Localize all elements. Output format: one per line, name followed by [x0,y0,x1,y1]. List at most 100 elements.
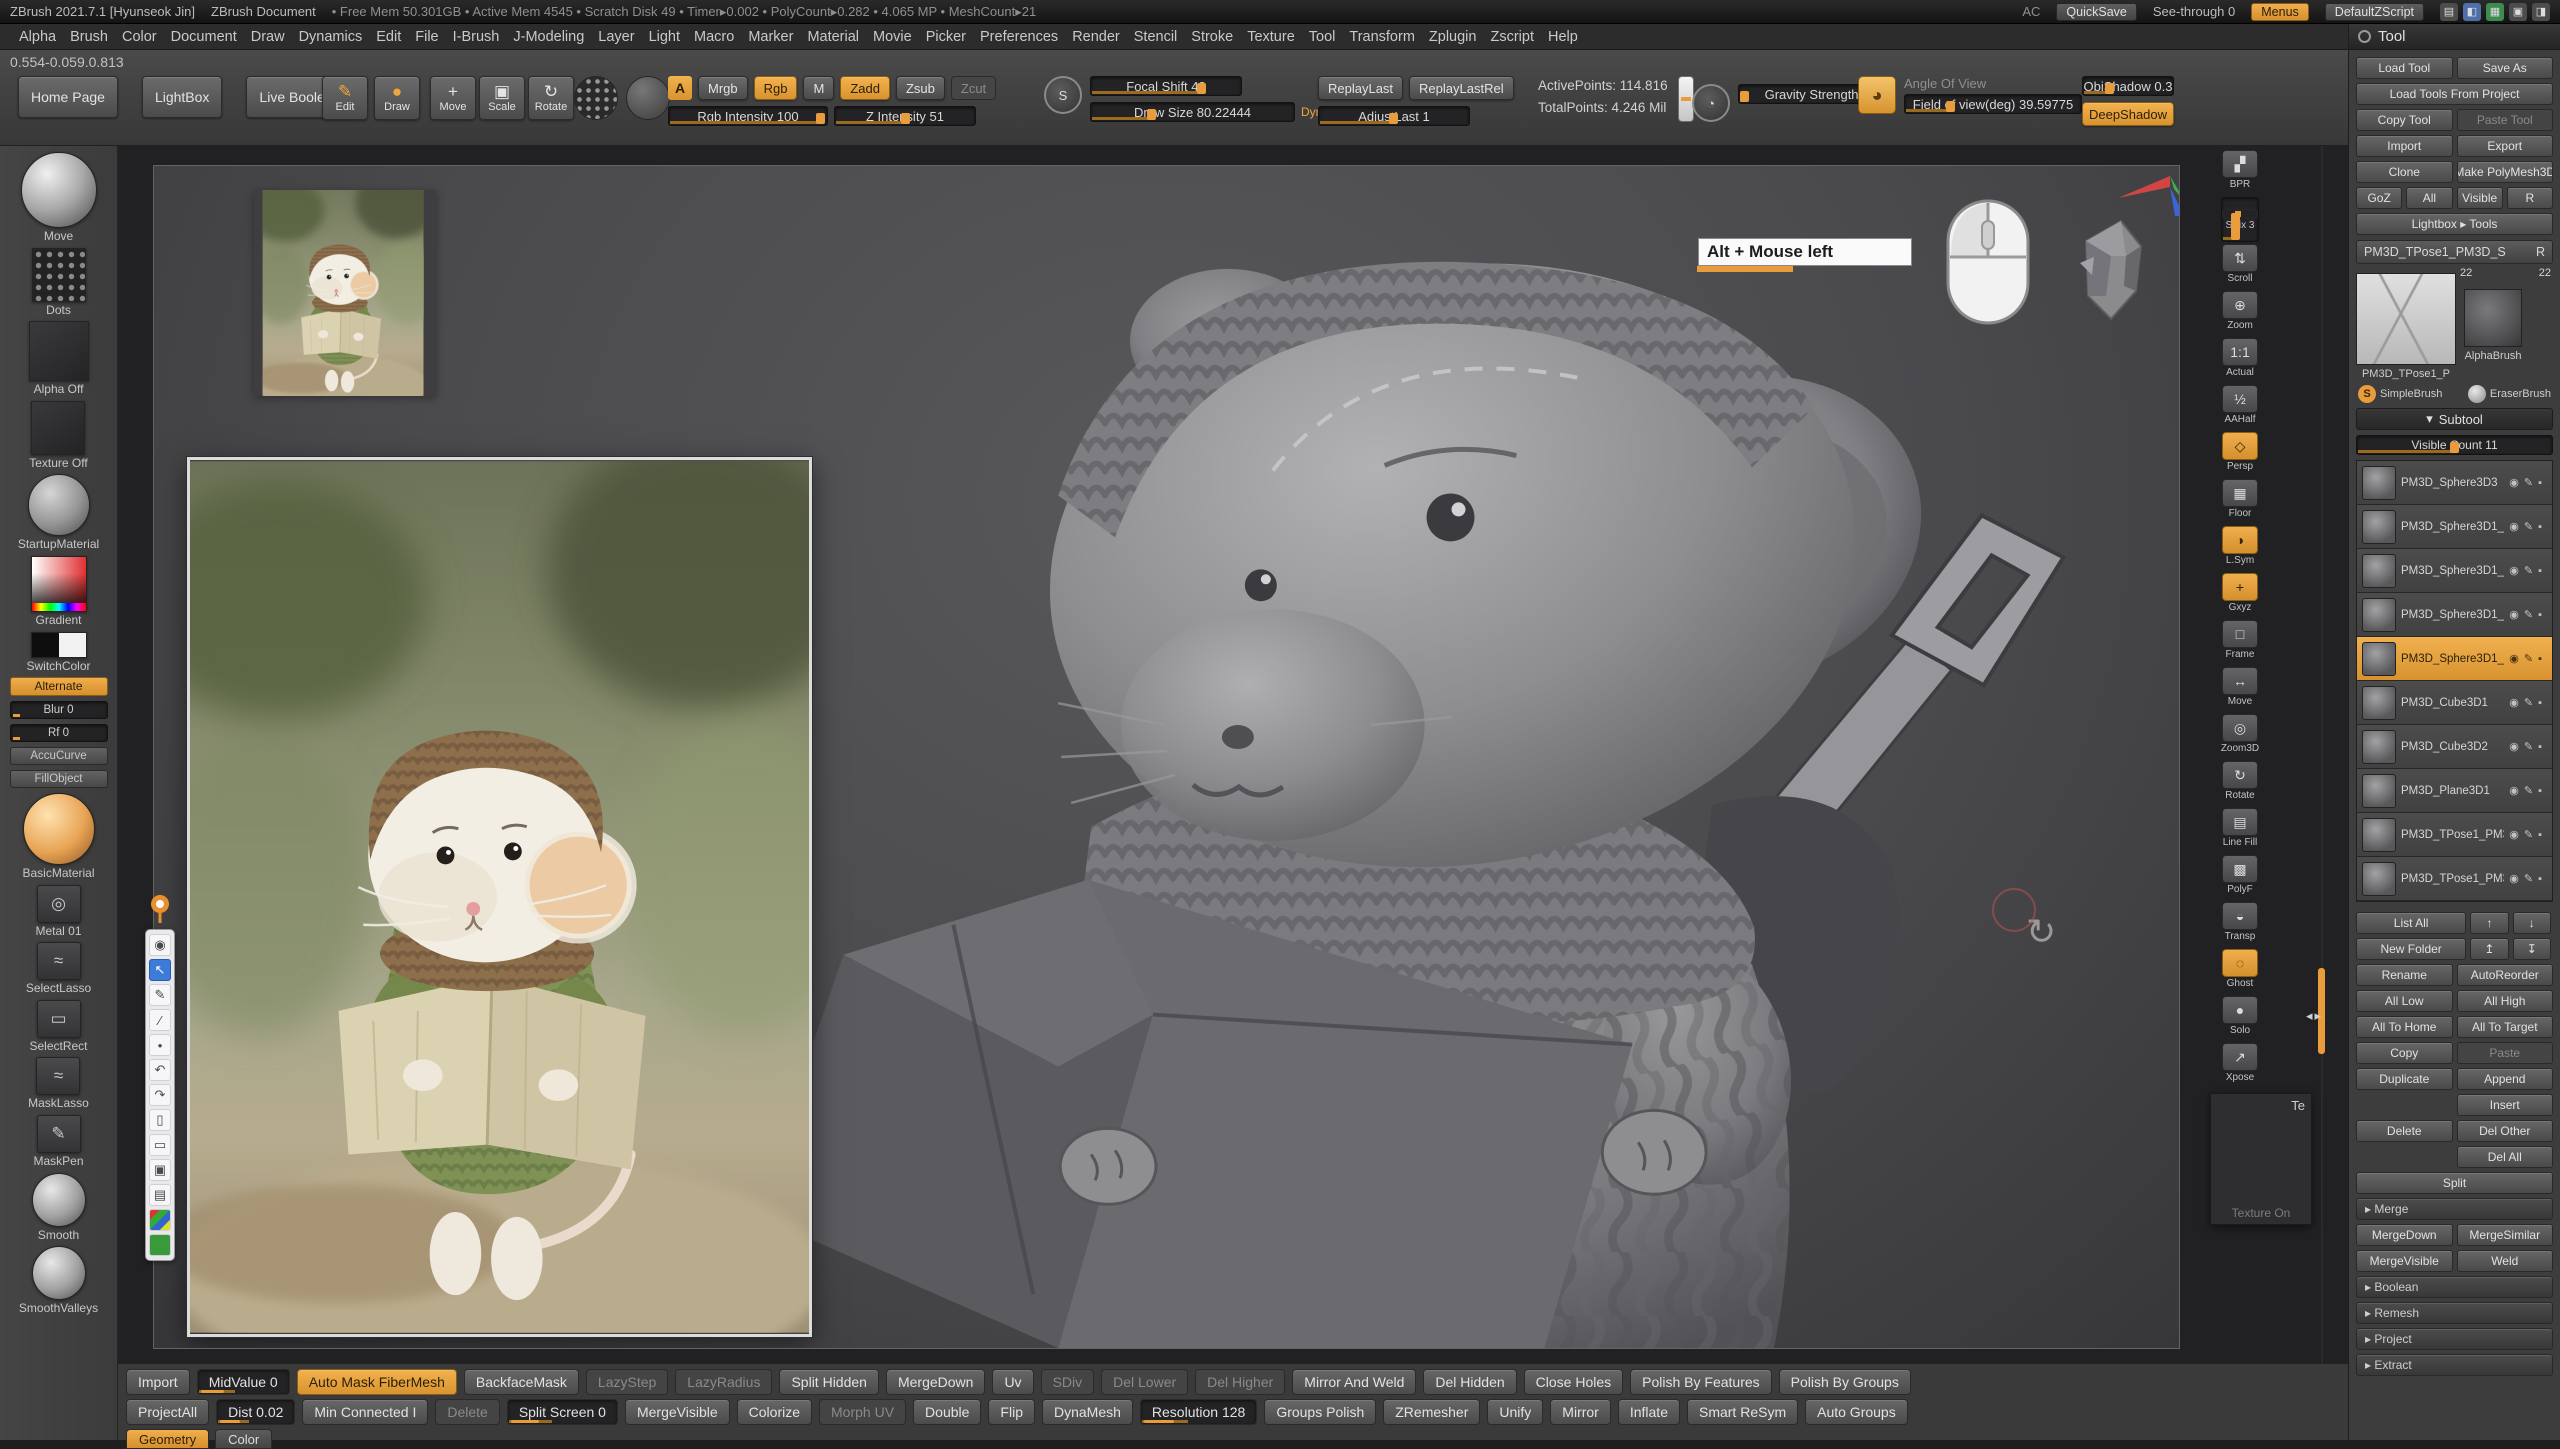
subtool-brush-icon[interactable]: ✎ [2524,740,2533,753]
strip-item-icon[interactable]: ⊕ [2222,291,2258,319]
shelf-item-label[interactable]: AccuCurve [10,747,108,765]
shelf-item-label[interactable]: SwitchColor [26,660,90,673]
annotation-tool-icon[interactable] [149,1209,171,1231]
tray-button[interactable]: Split Screen 0 [507,1399,618,1425]
subtool-more-icon[interactable]: ▪ [2538,653,2542,665]
annotation-tool-icon[interactable]: ▯ [149,1109,171,1131]
menu-item[interactable]: Color [115,27,164,47]
subtool-row[interactable]: PM3D_Sphere3D3 ◉ ✎ ▪ [2357,461,2552,505]
home-page-button[interactable]: Home Page [18,76,118,118]
strip-item-icon[interactable]: ◑ [2222,526,2258,554]
shelf-thumb[interactable] [32,1173,86,1227]
subtool-brush-icon[interactable]: ✎ [2524,872,2533,885]
subtool-panel-button[interactable]: New Folder [2356,938,2466,960]
strip-item-icon[interactable]: ↻ [2222,761,2258,789]
annotation-tool-icon[interactable]: ↶ [149,1059,171,1081]
shelf-item-label[interactable]: MaskPen [33,1155,83,1168]
shelf-item-label[interactable]: Rf 0 [10,724,108,742]
strip-item-icon[interactable]: ▞ [2222,150,2258,178]
shelf-item-label[interactable]: Move [44,230,73,243]
strip-item-icon[interactable]: □ [2222,620,2258,648]
subtool-panel-button[interactable]: Duplicate [2356,1068,2453,1090]
zadd-button[interactable]: Zadd [840,76,890,100]
focal-shift-slider[interactable]: Focal Shift 48 [1090,76,1242,96]
tray-button[interactable]: Unify [1487,1399,1543,1425]
tool-panel-button[interactable]: Copy Tool [2356,109,2453,131]
menu-item[interactable]: Zscript [1483,27,1541,47]
tray-button[interactable]: Mirror [1550,1399,1611,1425]
strip-item[interactable]: ◒ Transp [2222,902,2258,947]
tray-button[interactable]: Polish By Features [1630,1369,1772,1395]
zcut-button[interactable]: Zcut [951,76,996,100]
tool-panel-button[interactable]: Save As [2457,57,2554,79]
system-tray-icon[interactable]: ▦ [2486,3,2504,21]
subtool-more-icon[interactable]: ▪ [2538,785,2542,797]
menu-item[interactable]: File [408,27,445,47]
strip-item-icon[interactable]: ▩ [2222,855,2258,883]
subtool-more-icon[interactable]: ▪ [2538,521,2542,533]
shelf-thumb[interactable] [23,793,95,865]
tray-button[interactable]: LazyStep [586,1369,668,1395]
draw-button[interactable]: ● Draw [374,76,420,120]
subtool-panel-button[interactable]: ↥ [2470,938,2508,960]
subtool-panel-button[interactable]: All To Target [2457,1016,2554,1038]
tool-panel-button[interactable]: Lightbox ▸ Tools [2356,213,2553,235]
subtool-panel-button[interactable]: ▸ Extract [2356,1354,2553,1376]
default-zscript-button[interactable]: DefaultZScript [2325,3,2424,21]
camera-head-gizmo[interactable] [2066,211,2146,326]
visibility-eye-icon[interactable]: ◉ [2509,476,2519,489]
tray-button[interactable]: LazyRadius [675,1369,772,1395]
adjust-last-slider[interactable]: AdjustLast 1 [1318,106,1470,126]
visibility-eye-icon[interactable]: ◉ [2509,608,2519,621]
annotation-tool-icon[interactable]: ↖ [149,959,171,981]
annotation-tool-icon[interactable]: • [149,1034,171,1056]
tool-panel-button[interactable]: Clone [2356,161,2453,183]
strip-item-icon[interactable]: ↔ [2222,667,2258,695]
subtool-row[interactable]: PM3D_Sphere3D1_6 ◉ ✎ ▪ [2357,637,2552,681]
palette-tab[interactable]: Color [215,1429,272,1449]
annotation-tool-icon[interactable] [149,1234,171,1256]
subtool-panel-button[interactable]: ↓ [2513,912,2551,934]
move-button[interactable]: + Move [430,76,476,120]
menu-item[interactable]: Transform [1342,27,1422,47]
subtool-brush-icon[interactable]: ✎ [2524,652,2533,665]
tool-panel-header[interactable]: Tool [2349,24,2560,50]
stroke-preview-icon[interactable] [574,76,618,120]
shelf-thumb[interactable] [31,401,85,455]
menu-item[interactable]: Marker [741,27,800,47]
draw-size-slider[interactable]: Draw Size 80.22444 [1090,102,1295,122]
annotation-tool-icon[interactable]: ∕ [149,1009,171,1031]
tray-button[interactable]: SDiv [1041,1369,1095,1395]
panel-divider-arrows[interactable]: ◂▸ [2306,1008,2323,1024]
shelf-thumb[interactable] [29,321,89,381]
strip-item-icon[interactable]: ⇅ [2222,244,2258,272]
menu-item[interactable]: Dynamics [292,27,370,47]
tool-panel-button[interactable]: R [2507,187,2553,209]
tray-button[interactable]: Double [913,1399,981,1425]
strip-item[interactable]: ↔ Move [2222,667,2258,712]
tray-button[interactable]: ProjectAll [126,1399,209,1425]
subtool-row[interactable]: PM3D_Cube3D1 ◉ ✎ ▪ [2357,681,2552,725]
strip-item[interactable]: ◑ L.Sym [2222,526,2258,571]
tool-panel-button[interactable]: All [2406,187,2452,209]
shelf-thumb[interactable] [21,152,97,228]
tray-button[interactable]: DynaMesh [1042,1399,1133,1425]
subtool-panel-button[interactable]: ↑ [2470,912,2508,934]
subtool-panel-button[interactable]: Paste [2457,1042,2554,1064]
subtool-more-icon[interactable]: ▪ [2538,477,2542,489]
subtool-panel-button[interactable]: Del All [2457,1146,2554,1168]
visibility-eye-icon[interactable]: ◉ [2509,872,2519,885]
shelf-item-label[interactable]: StartupMaterial [18,538,99,551]
menu-item[interactable]: Edit [369,27,408,47]
tray-button[interactable]: Dist 0.02 [216,1399,295,1425]
subtool-more-icon[interactable]: ▪ [2538,829,2542,841]
menu-item[interactable]: Stencil [1127,27,1185,47]
tray-button[interactable]: Del Hidden [1423,1369,1516,1395]
tray-button[interactable]: Import [126,1369,190,1395]
strip-item[interactable]: ⇅ Scroll [2222,244,2258,289]
strip-item[interactable]: ⊕ Zoom [2222,291,2258,336]
subtool-more-icon[interactable]: ▪ [2538,741,2542,753]
replay-last-rel-button[interactable]: ReplayLastRel [1409,76,1514,100]
menu-item[interactable]: Texture [1240,27,1302,47]
tool-panel-button[interactable]: Make PolyMesh3D [2457,161,2554,183]
